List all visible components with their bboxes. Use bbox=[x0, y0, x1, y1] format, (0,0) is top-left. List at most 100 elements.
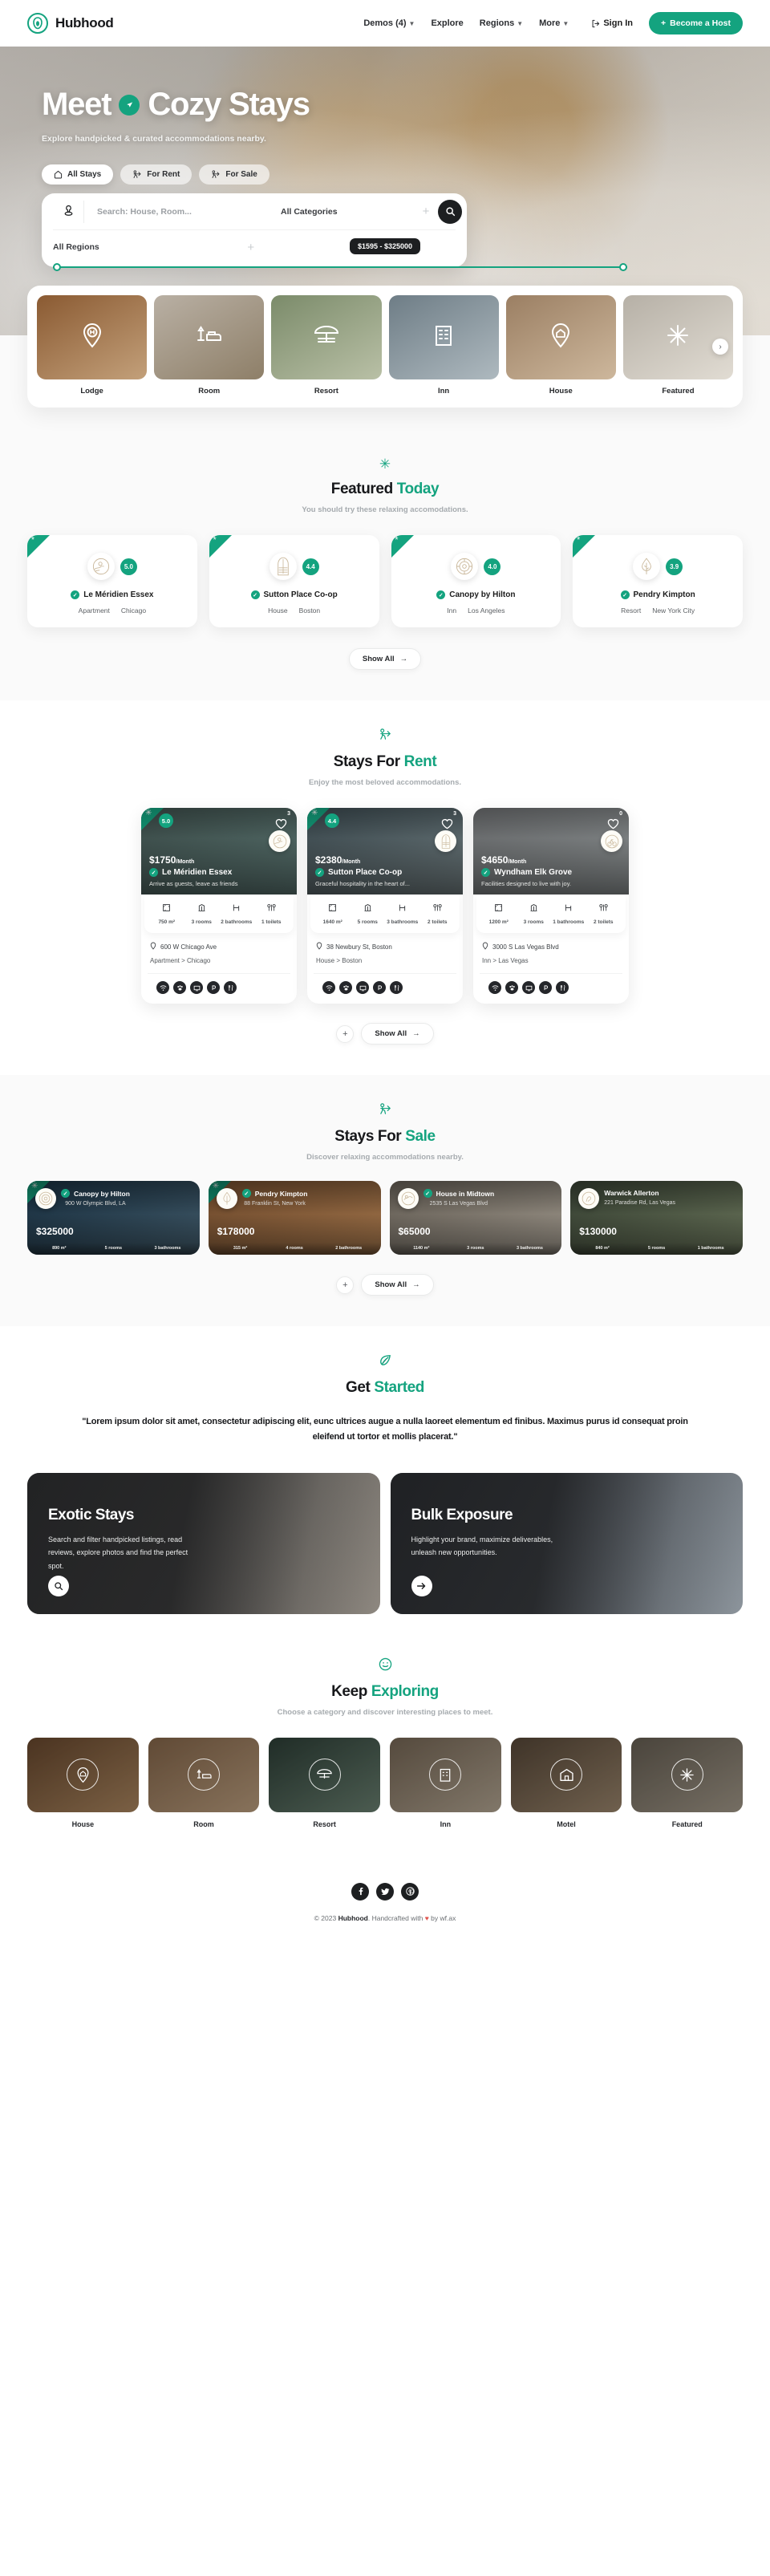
rating-badge: 4.4 bbox=[302, 558, 319, 575]
star-icon: ✳ bbox=[145, 809, 152, 817]
categories-select[interactable]: All Categories bbox=[281, 207, 417, 217]
explore-item-featured[interactable]: Featured bbox=[631, 1737, 744, 1828]
category-item-lodge[interactable]: Lodge bbox=[37, 295, 148, 398]
sale-card[interactable]: ✳ ✓ Canopy by Hilton 900 W Olympic Blvd, … bbox=[27, 1181, 200, 1255]
explore-item-house[interactable]: House bbox=[27, 1737, 139, 1828]
spec-rooms: 3 rooms bbox=[184, 902, 220, 925]
nav-more[interactable]: More ▼ bbox=[539, 18, 569, 28]
pinterest-icon[interactable] bbox=[401, 1882, 419, 1901]
sale-specs-row: 840 m² 5 rooms 1 bathrooms bbox=[570, 1243, 743, 1255]
rent-load-more-button[interactable]: + bbox=[336, 1024, 355, 1043]
search-input[interactable]: Search: House, Room... bbox=[83, 200, 281, 223]
avatar bbox=[87, 553, 115, 580]
price-range-slider[interactable] bbox=[53, 263, 627, 271]
featured-title: Featured Today bbox=[0, 481, 770, 498]
kitchen-icon bbox=[390, 981, 403, 994]
explore-label: Motel bbox=[557, 1819, 576, 1828]
rent-show-all-button[interactable]: Show All → bbox=[361, 1023, 434, 1045]
featured-card[interactable]: * 4.0 ✓ Canopy by Hilton Inn Los Angeles bbox=[391, 535, 561, 627]
add-category-icon[interactable]: + bbox=[417, 205, 435, 218]
explore-item-inn[interactable]: Inn bbox=[390, 1737, 501, 1828]
sale-show-all-button[interactable]: Show All → bbox=[361, 1274, 434, 1296]
promo-arrow-button[interactable] bbox=[411, 1575, 432, 1596]
promo-search-button[interactable] bbox=[48, 1575, 69, 1596]
wifi-icon bbox=[156, 981, 169, 994]
tab-all-stays-label: All Stays bbox=[67, 170, 102, 179]
brand-logo[interactable]: Hubhood bbox=[27, 13, 114, 34]
verified-icon: ✓ bbox=[149, 868, 158, 877]
sale-load-more-button[interactable]: + bbox=[336, 1276, 355, 1294]
page-root: Hubhood Demos (4) ▼ Explore Regions ▼ More… bbox=[0, 0, 770, 1943]
arrow-right-icon: → bbox=[412, 1029, 420, 1038]
rent-card[interactable]: ✳ 4.4 3 $2380/Month ✓ Sutton Place Co-op … bbox=[307, 808, 463, 1004]
promo-card-exotic-stays[interactable]: Exotic Stays Search and filter handpicke… bbox=[27, 1472, 380, 1614]
toilet-icon bbox=[599, 902, 608, 915]
featured-card[interactable]: * 5.0 ✓ Le Méridien Essex Apartment Chic… bbox=[27, 535, 197, 627]
twitter-icon[interactable] bbox=[376, 1882, 394, 1901]
category-label: Inn bbox=[437, 387, 450, 396]
facebook-icon[interactable] bbox=[351, 1882, 369, 1901]
tab-for-rent[interactable]: For Rent bbox=[120, 164, 192, 185]
tab-all-stays[interactable]: All Stays bbox=[42, 164, 114, 185]
star-icon: * bbox=[31, 536, 34, 545]
nav-regions[interactable]: Regions ▼ bbox=[480, 18, 523, 28]
sale-specs-row: 890 m² 5 rooms 3 bathrooms bbox=[27, 1243, 200, 1255]
promo-card-bulk-exposure[interactable]: Bulk Exposure Highlight your brand, maxi… bbox=[390, 1472, 743, 1614]
category-item-house[interactable]: House bbox=[505, 295, 616, 398]
explore-item-resort[interactable]: Resort bbox=[269, 1737, 381, 1828]
regions-select[interactable]: All Regions bbox=[53, 242, 99, 252]
category-label: House bbox=[549, 387, 573, 396]
category-carousel-section: Lodge Room Resort Inn House Featured › bbox=[0, 286, 770, 430]
spec-toilets: 1 toilets bbox=[254, 902, 290, 925]
featured-show-all-button[interactable]: Show All → bbox=[348, 648, 422, 670]
spec-bathrooms-value: 1 bathrooms bbox=[697, 1246, 724, 1251]
featured-card-name: Le Méridien Essex bbox=[83, 590, 154, 599]
rent-breadcrumb: House > Boston bbox=[316, 957, 363, 964]
tab-for-rent-label: For Rent bbox=[147, 170, 180, 179]
featured-card[interactable]: * 3.9 ✓ Pendry Kimpton Resort New York C… bbox=[573, 535, 743, 627]
parking-icon bbox=[207, 981, 220, 994]
spec-bathrooms: 2 bathrooms bbox=[219, 902, 254, 925]
sale-card-address: 900 W Olympic Blvd, LA bbox=[65, 1201, 126, 1207]
sale-card[interactable]: ✳ ✓ Pendry Kimpton 88 Franklin St, New Yo… bbox=[208, 1181, 381, 1255]
rent-price: $4650/Month bbox=[481, 854, 572, 866]
nav-demos[interactable]: Demos (4) ▼ bbox=[363, 18, 415, 28]
toilet-icon bbox=[433, 902, 442, 915]
become-host-button[interactable]: + Become a Host bbox=[649, 12, 743, 34]
explore-item-motel[interactable]: Motel bbox=[510, 1737, 622, 1828]
leaf-icon bbox=[0, 1353, 770, 1369]
explore-item-room[interactable]: Room bbox=[148, 1737, 260, 1828]
rent-address-row: 600 W Chicago Ave bbox=[150, 942, 288, 951]
verified-icon: ✓ bbox=[436, 590, 446, 599]
slider-knob-max[interactable] bbox=[619, 263, 627, 271]
rent-price-value: $2380 bbox=[315, 854, 342, 866]
sale-card-name-row: Warwick Allerton bbox=[604, 1189, 675, 1197]
spec-bathrooms-value: 3 bathrooms bbox=[516, 1246, 543, 1251]
area-icon bbox=[162, 902, 171, 915]
sale-card-price: $178000 bbox=[217, 1226, 255, 1237]
spec-rooms: 3 rooms bbox=[517, 902, 552, 925]
sale-card[interactable]: ✓ House in Midtown 2535 S Las Vegas Blvd … bbox=[389, 1181, 562, 1255]
add-region-icon[interactable]: + bbox=[242, 241, 260, 254]
search-submit-button[interactable] bbox=[438, 199, 462, 224]
sale-card[interactable]: Warwick Allerton 221 Paradise Rd, Las Ve… bbox=[570, 1181, 743, 1255]
carousel-next-button[interactable]: › bbox=[712, 339, 728, 355]
rent-card[interactable]: ✳ 5.0 3 $1750/Month ✓ Le Méridien Essex A… bbox=[141, 808, 297, 1004]
rent-actions: + Show All → bbox=[0, 1023, 770, 1045]
explore-label: Resort bbox=[313, 1819, 336, 1828]
featured-card-type: Inn bbox=[447, 606, 457, 615]
nav-explore[interactable]: Explore bbox=[431, 18, 463, 28]
sign-in-label: Sign In bbox=[603, 18, 633, 28]
category-item-room[interactable]: Room bbox=[154, 295, 265, 398]
featured-card[interactable]: * 4.4 ✓ Sutton Place Co-op House Boston bbox=[209, 535, 379, 627]
search-icon bbox=[445, 207, 455, 217]
tab-for-sale[interactable]: For Sale bbox=[199, 164, 270, 185]
rent-card[interactable]: 0 $4650/Month ✓ Wyndham Elk Grove Facilit… bbox=[473, 808, 629, 1004]
category-item-resort[interactable]: Resort bbox=[271, 295, 382, 398]
slider-knob-min[interactable] bbox=[53, 263, 61, 271]
category-image bbox=[622, 295, 734, 379]
category-item-inn[interactable]: Inn bbox=[388, 295, 499, 398]
sign-in-button[interactable]: Sign In bbox=[591, 18, 633, 28]
featured-title-a: Featured bbox=[330, 481, 393, 497]
hero-subtitle: Explore handpicked & curated accommodati… bbox=[42, 134, 266, 144]
